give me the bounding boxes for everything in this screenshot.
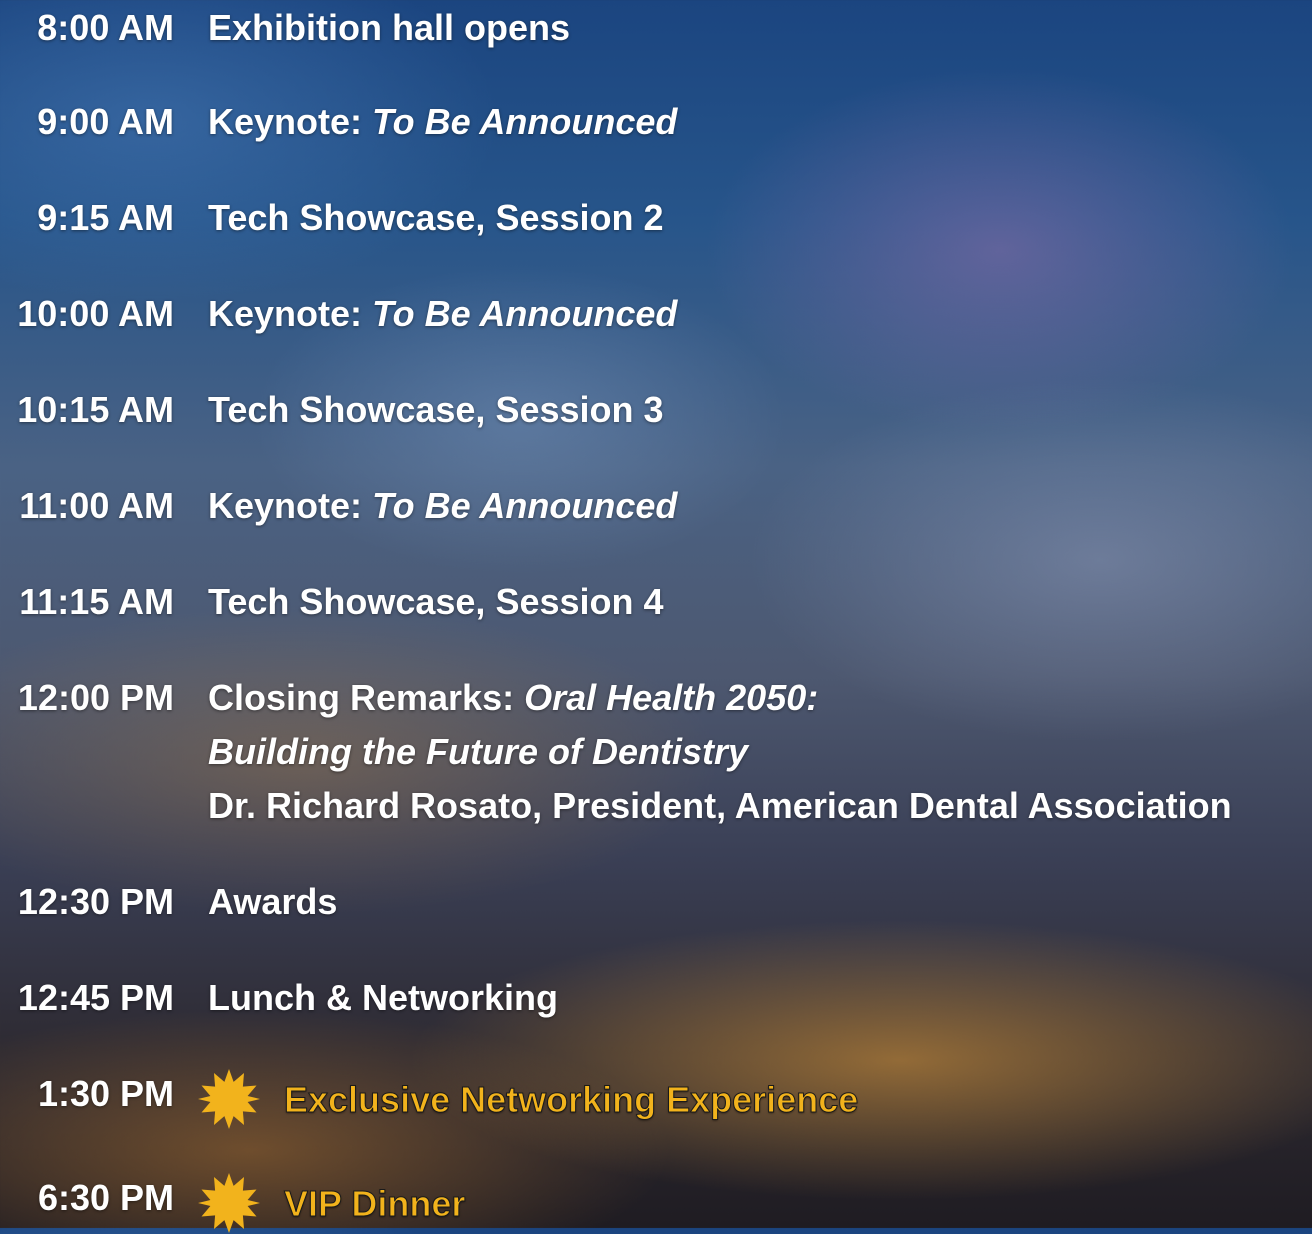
agenda-title-italic-2: Building the Future of Dentistry	[208, 731, 748, 772]
agenda-time: 10:15 AM	[17, 389, 174, 430]
agenda-item: 10:15 AM Tech Showcase, Session 3	[0, 388, 664, 432]
agenda-item: 9:15 AM Tech Showcase, Session 2	[0, 196, 664, 240]
starburst-icon	[198, 1173, 260, 1233]
agenda-time: 12:45 PM	[17, 977, 174, 1018]
agenda-item: 12:30 PM Awards	[0, 880, 337, 924]
starburst-icon	[198, 1069, 260, 1129]
agenda-item: 12:45 PM Lunch & Networking	[0, 976, 558, 1020]
agenda-time: 6:30 PM	[37, 1177, 174, 1218]
agenda-title-italic: To Be Announced	[372, 101, 678, 142]
agenda-item: 11:15 AM Tech Showcase, Session 4	[0, 580, 664, 624]
agenda-prefix: Keynote:	[208, 293, 373, 334]
agenda-speaker: Dr. Richard Rosato, President, American …	[208, 785, 1232, 826]
agenda-item: 11:00 AM Keynote: To Be Announced	[0, 484, 677, 528]
agenda-title: Exhibition hall opens	[208, 7, 571, 48]
agenda-title: Keynote: To Be Announced	[208, 292, 677, 336]
agenda-time: 1:30 PM	[37, 1073, 174, 1114]
agenda-title: Lunch & Networking	[208, 977, 558, 1018]
agenda-title: Keynote: To Be Announced	[208, 100, 677, 144]
agenda-title: Closing Remarks: Oral Health 2050: Build…	[208, 676, 1232, 828]
agenda-title: Keynote: To Be Announced	[208, 484, 677, 528]
agenda-prefix: Keynote:	[208, 101, 373, 142]
agenda-title-highlight: Exclusive Networking Experience	[283, 1079, 859, 1121]
agenda-title-italic: To Be Announced	[372, 485, 678, 526]
agenda-time: 8:00 AM	[37, 7, 174, 48]
agenda-title-italic: Oral Health 2050:	[524, 677, 819, 718]
agenda-time: 10:00 AM	[17, 293, 174, 334]
agenda-prefix: Closing Remarks:	[208, 677, 525, 718]
agenda-title-highlight: VIP Dinner	[283, 1183, 466, 1225]
agenda-time: 9:15 AM	[37, 197, 174, 238]
agenda-time: 9:00 AM	[37, 101, 174, 142]
agenda-title: Awards	[208, 881, 338, 922]
agenda-time: 12:30 PM	[17, 881, 174, 922]
agenda-prefix: Keynote:	[208, 485, 373, 526]
agenda-time: 12:00 PM	[17, 677, 174, 718]
agenda-title: Tech Showcase, Session 2	[208, 197, 664, 238]
agenda-item: 10:00 AM Keynote: To Be Announced	[0, 292, 677, 336]
agenda-item-highlight: 1:30 PM Exclusive Networking Experience	[0, 1069, 859, 1130]
agenda-item: 12:00 PM Closing Remarks: Oral Health 20…	[0, 676, 1232, 828]
agenda-item: 9:00 AM Keynote: To Be Announced	[0, 100, 677, 144]
agenda-time: 11:00 AM	[19, 485, 174, 526]
agenda-title: Tech Showcase, Session 4	[208, 581, 664, 622]
agenda-item-highlight: 6:30 PM VIP Dinner	[0, 1173, 466, 1234]
agenda-title: Tech Showcase, Session 3	[208, 389, 664, 430]
agenda-title-italic: To Be Announced	[372, 293, 678, 334]
agenda-item: 8:00 AM Exhibition hall opens	[0, 6, 570, 50]
agenda-time: 11:15 AM	[19, 581, 174, 622]
